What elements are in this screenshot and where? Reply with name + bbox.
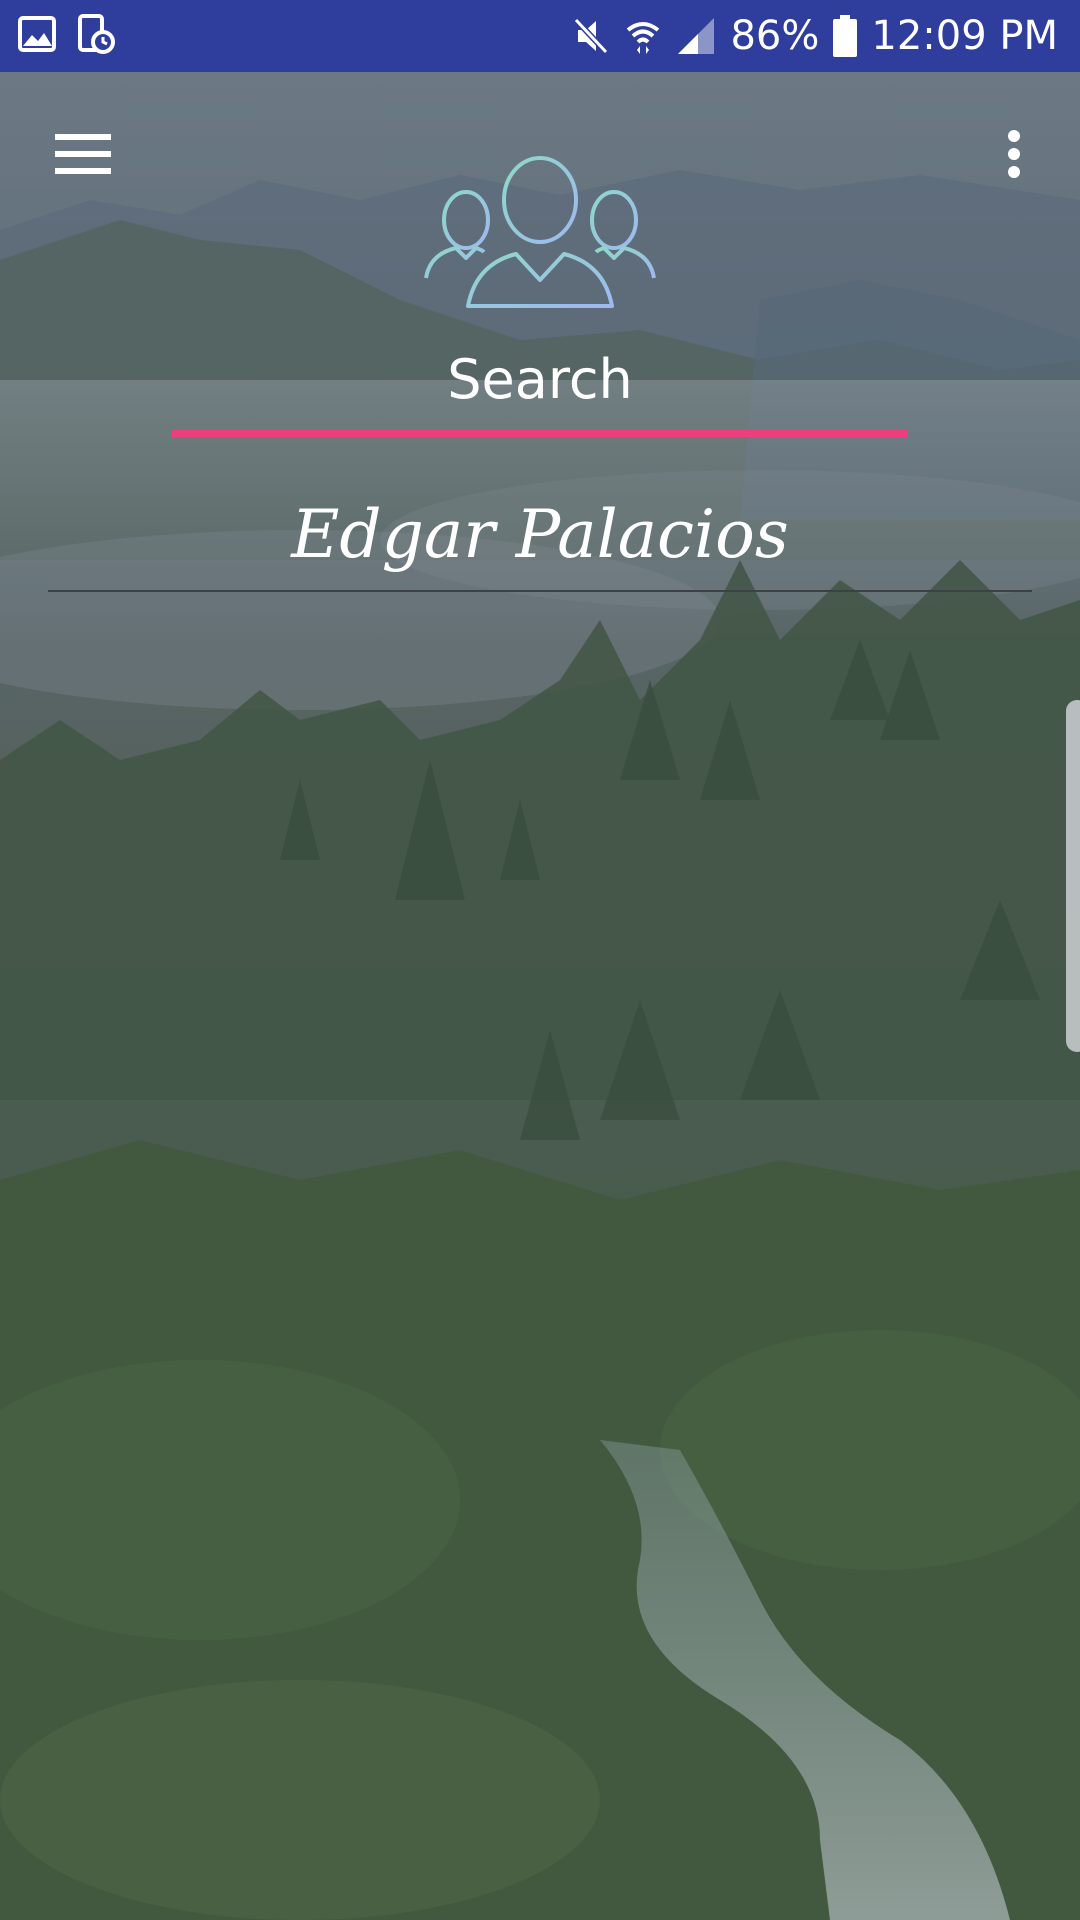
status-bar-left <box>18 14 116 54</box>
tab-search[interactable]: Search <box>172 340 908 440</box>
mute-icon <box>574 17 609 55</box>
status-bar-right: 86% 12:09 PM <box>572 8 1058 64</box>
name-input-value: Edgar Palacios <box>291 496 789 573</box>
hamburger-menu-icon[interactable] <box>50 130 112 178</box>
app-screen: 86% 12:09 PM Search Edgar Palacios <box>0 0 1080 1920</box>
wifi-icon <box>627 22 660 54</box>
users-group-icon <box>424 156 656 308</box>
more-vert-icon[interactable] <box>990 126 1038 182</box>
edge-panel-handle[interactable] <box>1066 700 1080 1052</box>
name-input-underline <box>48 590 1032 592</box>
signal-icon <box>678 18 715 54</box>
tab-indicator <box>172 430 908 437</box>
tab-search-label: Search <box>447 348 633 411</box>
battery-icon <box>833 15 858 57</box>
image-icon <box>18 16 56 52</box>
clock-time: 12:09 PM <box>871 13 1058 59</box>
name-input[interactable]: Edgar Palacios <box>48 490 1032 594</box>
status-bar: 86% 12:09 PM <box>0 0 1080 72</box>
screen-timer-icon <box>78 14 115 54</box>
battery-percentage: 86% <box>730 13 820 59</box>
